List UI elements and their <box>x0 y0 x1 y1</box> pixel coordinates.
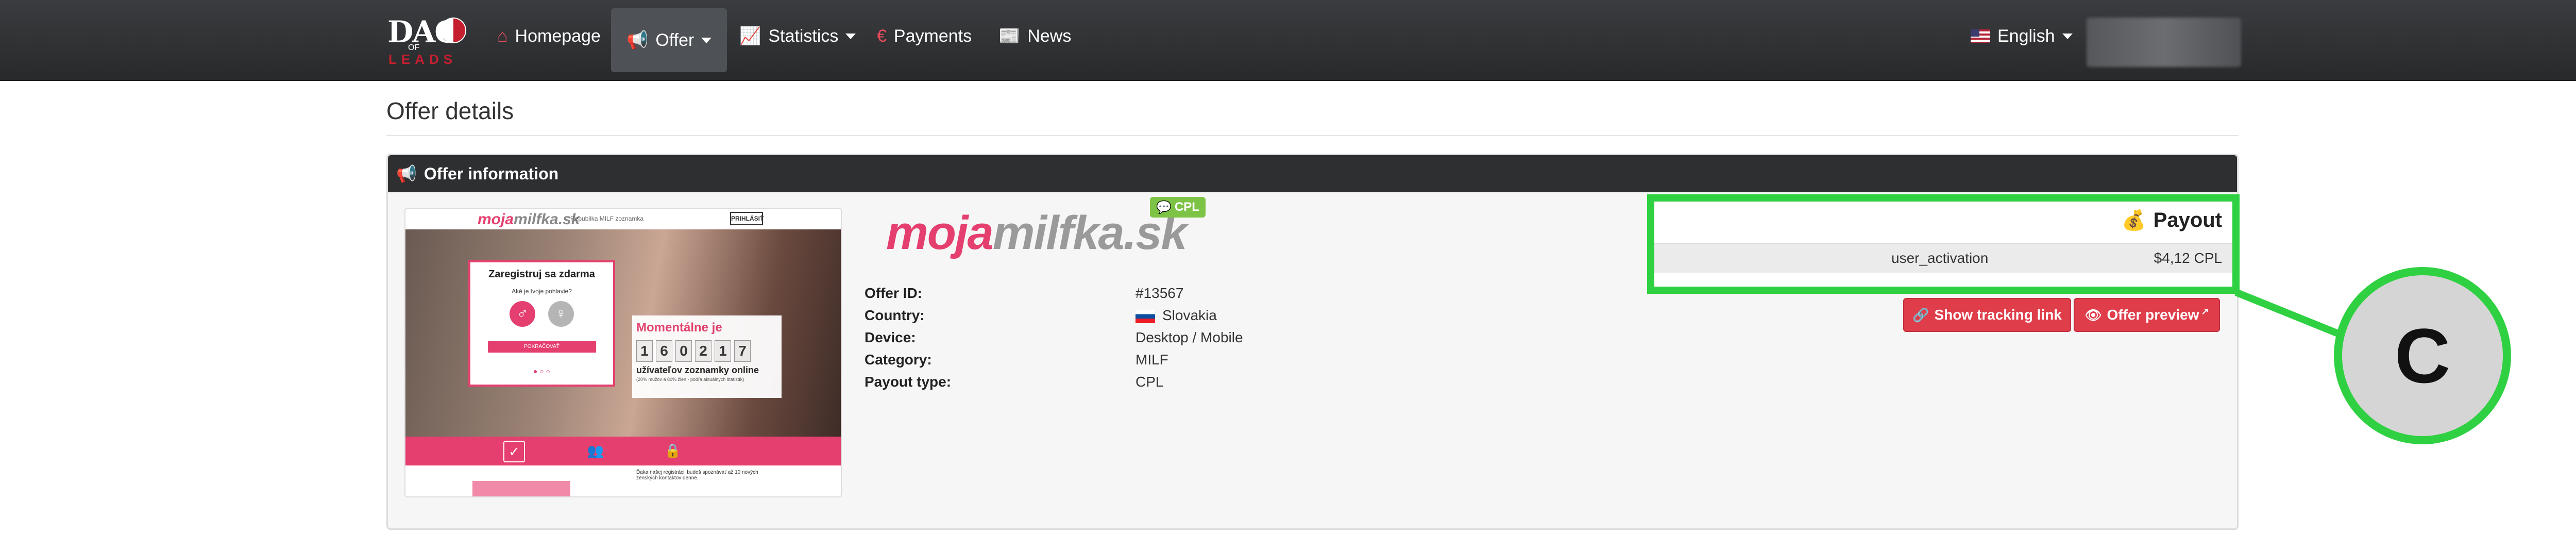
preview-counter-small: (20% mužov a 80% žien - podľa aktuálnych… <box>636 377 744 382</box>
payout-box: 💰 Payout user_activation $4,12 CPL <box>1647 194 2240 294</box>
chart-icon: 📈 <box>739 26 761 46</box>
country-label: Country: <box>865 307 925 323</box>
payout-row: user_activation $4,12 CPL <box>1654 243 2232 273</box>
chevron-down-icon <box>2062 33 2073 39</box>
preview-signup-form: Zaregistruj sa zdarma Aké je tvoje pohla… <box>468 260 615 387</box>
nav-payments[interactable]: € Payments <box>861 0 987 72</box>
hand-dollar-icon: 💰 <box>2122 209 2146 231</box>
chevron-down-icon <box>845 33 856 39</box>
chevron-down-icon <box>701 37 712 43</box>
category-value: MILF <box>1136 352 1168 368</box>
annotation-marker: C <box>2334 267 2511 444</box>
country-value: Slovakia <box>1136 307 1217 324</box>
device-value: Desktop / Mobile <box>1136 329 1243 345</box>
dao-of-leads-logo[interactable]: DAO OF LEADS <box>387 14 466 67</box>
logo-leads-text: LEADS <box>388 52 457 67</box>
payout-title: Payout <box>2153 209 2222 231</box>
male-symbol-icon: ♂ <box>510 301 536 327</box>
us-flag-icon <box>1971 29 1990 43</box>
offer-landing-preview-image: mojamilfka.sk Republika MILF zoznamka PR… <box>404 208 842 497</box>
cpl-badge-label: CPL <box>1174 200 1199 214</box>
preview-counter-text: užívateľov zoznamky online <box>636 365 759 375</box>
newspaper-icon: 📰 <box>998 26 1021 46</box>
nav-statistics-label: Statistics <box>768 26 839 46</box>
preview-step-dots: ● ○ ○ <box>533 367 551 375</box>
preview-online-counter: Momentálne je 160217 užívateľov zoznamky… <box>632 315 782 398</box>
preview-login-button: PRIHLÁSIŤ <box>730 212 764 225</box>
home-icon: ⌂ <box>497 26 508 46</box>
device-label: Device: <box>865 329 916 345</box>
users-icon: 👥 <box>587 443 604 458</box>
preview-form-title: Zaregistruj sa zdarma <box>488 269 595 280</box>
preview-pink-block <box>472 481 570 496</box>
link-icon: 🔗 <box>1912 307 1929 323</box>
cpl-badge: 💬 CPL <box>1150 197 1206 218</box>
check-icon: ✓ <box>503 441 525 462</box>
preview-form-question: Aké je tvoje pohlavie? <box>512 288 572 295</box>
offer-id-label: Offer ID: <box>865 285 922 301</box>
nav-payments-label: Payments <box>893 26 972 46</box>
page-title: Offer details <box>386 97 514 124</box>
preview-tagline: Republika MILF zoznamka <box>570 215 644 222</box>
lock-icon: 🔒 <box>664 443 682 458</box>
category-label: Category: <box>865 352 932 368</box>
preview-counter-heading: Momentálne je <box>636 321 722 335</box>
euro-icon: € <box>877 26 887 46</box>
bullhorn-icon: 📢 <box>396 164 417 183</box>
preview-header: mojamilfka.sk Republika MILF zoznamka PR… <box>405 209 841 230</box>
language-label: English <box>1997 26 2055 46</box>
chat-icon: 💬 <box>1156 200 1172 214</box>
female-symbol-icon: ♀ <box>548 301 574 327</box>
eye-icon: 👁 <box>2084 307 2102 323</box>
preview-logo: mojamilfka.sk <box>478 211 580 228</box>
show-tracking-link-label: Show tracking link <box>1934 307 2062 323</box>
payout-event: user_activation <box>1891 250 1989 266</box>
preview-counter-digits: 160217 <box>636 340 782 362</box>
payout-type-label: Payout type: <box>865 374 952 390</box>
preview-continue-button: POKRAČOVAŤ <box>487 341 596 353</box>
payout-header: 💰 Payout <box>2122 209 2222 232</box>
nav-offer-label: Offer <box>655 30 694 50</box>
nav-statistics[interactable]: 📈 Statistics <box>724 0 871 72</box>
preview-bottom-text: Ďaka našej registrácii budeš spoznávať a… <box>636 470 758 481</box>
preview-feature-strip: ✓ 👥 🔒 <box>405 437 841 465</box>
payout-amount: $4,12 CPL <box>2154 250 2222 266</box>
external-link-icon: ↗ <box>2201 306 2209 317</box>
yin-yang-icon <box>440 18 466 43</box>
payout-type-value: CPL <box>1136 374 1164 390</box>
nav-homepage-label: Homepage <box>515 26 601 46</box>
user-menu-blurred[interactable] <box>2087 18 2241 67</box>
divider <box>386 135 2239 136</box>
nav-news[interactable]: 📰 News <box>983 0 1087 72</box>
nav-news-label: News <box>1027 26 1072 46</box>
offer-preview-button[interactable]: 👁 Offer preview ↗ <box>2074 298 2220 332</box>
offer-id-value: #13567 <box>1136 285 1184 301</box>
language-selector[interactable]: English <box>1955 0 2088 72</box>
bullhorn-icon: 📢 <box>626 30 649 50</box>
slovakia-flag-icon <box>1136 309 1155 323</box>
preview-bottom-section: Ďaka našej registrácii budeš spoznávať a… <box>405 465 841 496</box>
nav-offer[interactable]: 📢 Offer <box>611 8 727 72</box>
top-navbar: DAO OF LEADS ⌂ Homepage 📢 Offer 📈 Statis… <box>0 0 2576 81</box>
panel-header: 📢 Offer information <box>388 155 2237 192</box>
offer-preview-label: Offer preview <box>2107 307 2199 323</box>
show-tracking-link-button[interactable]: 🔗 Show tracking link <box>1903 298 2071 332</box>
panel-title: Offer information <box>423 164 559 183</box>
nav-homepage[interactable]: ⌂ Homepage <box>482 0 616 72</box>
offer-brand-logo: mojamilfka.sk <box>886 207 1188 259</box>
